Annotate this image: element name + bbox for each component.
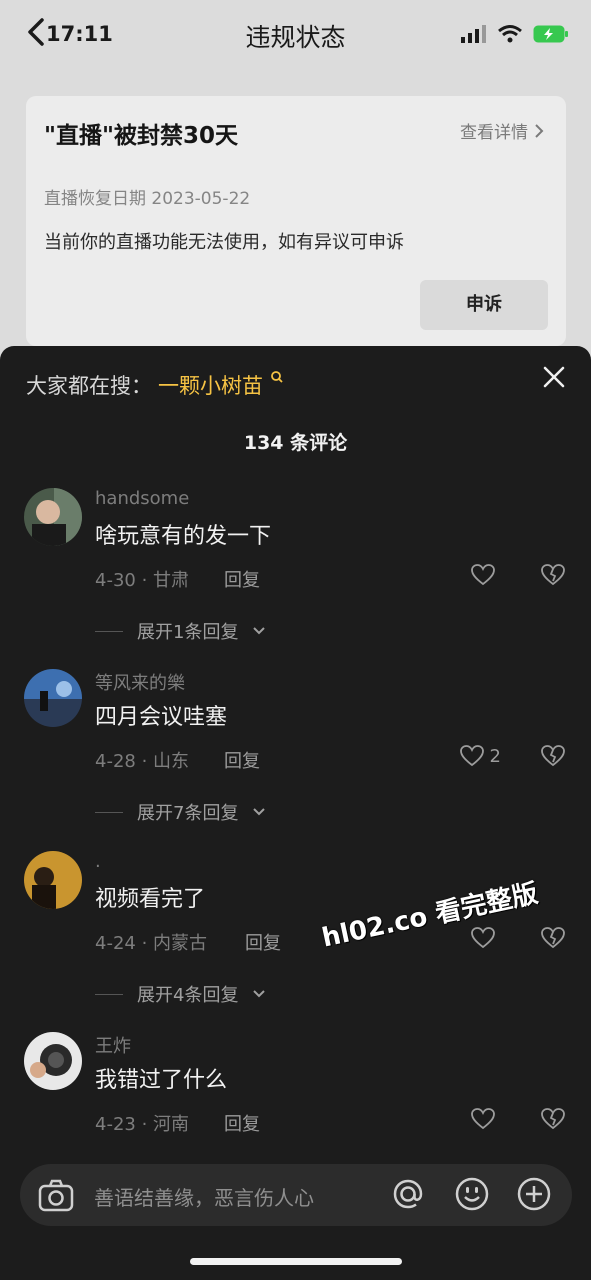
broken-heart-icon[interactable]: [541, 1108, 565, 1130]
close-icon[interactable]: [543, 366, 565, 388]
comment-input-bar: 善语结善缘，恶言伤人心: [20, 1164, 572, 1226]
heart-icon: [471, 564, 495, 586]
search-icon: [270, 371, 283, 383]
wifi-icon: [498, 25, 522, 43]
comment-item: handsome 啥玩意有的发一下 4-30 · 甘肃 回复 展开1条回复: [0, 488, 591, 643]
like-count: 2: [489, 745, 501, 767]
chevron-down-icon: [253, 808, 266, 816]
heart-icon: [471, 1108, 495, 1130]
appeal-button[interactable]: 申诉: [420, 280, 548, 330]
comment-username[interactable]: handsome: [95, 488, 189, 509]
trending-keyword[interactable]: 一颗小树苗: [158, 374, 263, 398]
chevron-down-icon: [253, 990, 266, 998]
comment-item: 等风来的樂 四月会议哇塞 4-28 · 山东 回复 2 展开7条回复: [0, 669, 591, 824]
home-indicator[interactable]: [190, 1258, 402, 1265]
status-bar: 17:11 违规状态: [0, 0, 591, 70]
avatar[interactable]: [24, 851, 82, 909]
comment-meta: 4-24 · 内蒙古: [95, 933, 208, 954]
comment-username[interactable]: 王炸: [95, 1032, 131, 1058]
comment-text: 啥玩意有的发一下: [95, 524, 272, 549]
expand-replies-button[interactable]: 展开7条回复: [95, 799, 266, 825]
comment-text: 视频看完了: [95, 887, 206, 912]
heart-icon: [459, 745, 484, 767]
expand-replies-label: 展开7条回复: [137, 803, 239, 824]
comment-item: . 视频看完了 4-24 · 内蒙古 回复 展开4条回复: [0, 851, 591, 1006]
battery-icon: [533, 25, 568, 43]
comments-sheet: 大家都在搜： 一颗小树苗 134 条评论 handsome 啥玩意有的发一下 4-…: [0, 346, 591, 1280]
plus-icon[interactable]: [516, 1176, 552, 1212]
expand-replies-label: 展开4条回复: [137, 985, 239, 1006]
trending-label: 大家都在搜：: [26, 374, 152, 398]
heart-icon: [471, 927, 495, 949]
avatar[interactable]: [24, 1032, 82, 1090]
like-button[interactable]: [471, 564, 501, 586]
chevron-down-icon: [253, 627, 266, 635]
divider-line: [95, 811, 123, 813]
broken-heart-icon[interactable]: [541, 564, 565, 586]
divider-line: [95, 630, 123, 632]
comment-meta: 4-23 · 河南: [95, 1114, 190, 1135]
view-detail-label: 查看详情: [460, 123, 528, 143]
comment-count: 134 条评论: [243, 432, 348, 454]
mention-icon[interactable]: [390, 1176, 426, 1212]
like-button[interactable]: [471, 927, 501, 949]
comment-text: 我错过了什么: [95, 1068, 228, 1093]
avatar[interactable]: [24, 669, 82, 727]
reply-button[interactable]: 回复: [224, 1110, 260, 1136]
comment-input[interactable]: 善语结善缘，恶言伤人心: [94, 1182, 314, 1211]
camera-icon[interactable]: [38, 1178, 74, 1212]
comment-username[interactable]: .: [95, 851, 101, 872]
comment-username[interactable]: 等风来的樂: [95, 669, 185, 695]
trending-search[interactable]: 大家都在搜： 一颗小树苗: [26, 370, 284, 400]
ban-description: 当前你的直播功能无法使用，如有异议可申诉: [44, 232, 404, 253]
ban-status-card: "直播"被封禁30天 查看详情 直播恢复日期 2023-05-22 当前你的直播…: [26, 96, 566, 346]
like-button[interactable]: [471, 1108, 501, 1130]
view-detail-link[interactable]: 查看详情: [460, 118, 544, 143]
chevron-right-icon: [535, 123, 544, 138]
comment-item: 王炸 我错过了什么 4-23 · 河南 回复: [0, 1032, 591, 1182]
broken-heart-icon[interactable]: [541, 927, 565, 949]
reply-button[interactable]: 回复: [224, 566, 260, 592]
comment-text: 四月会议哇塞: [95, 705, 228, 730]
avatar[interactable]: [24, 488, 82, 546]
broken-heart-icon[interactable]: [541, 745, 565, 767]
system-icons: [461, 24, 569, 44]
signal-icon: [461, 25, 486, 43]
reply-button[interactable]: 回复: [245, 929, 281, 955]
comment-meta: 4-28 · 山东: [95, 751, 190, 772]
divider-line: [95, 993, 123, 995]
emoji-icon[interactable]: [454, 1176, 490, 1212]
like-button[interactable]: 2: [459, 745, 501, 767]
expand-replies-label: 展开1条回复: [137, 622, 239, 643]
comment-meta: 4-30 · 甘肃: [95, 570, 190, 591]
ban-title: "直播"被封禁30天: [44, 123, 238, 149]
restore-date: 直播恢复日期 2023-05-22: [44, 189, 251, 209]
expand-replies-button[interactable]: 展开4条回复: [95, 981, 266, 1007]
reply-button[interactable]: 回复: [224, 747, 260, 773]
background-page: 17:11 违规状态 "直播"被封禁30天 查看详情 直播恢复日期 2023-0…: [0, 0, 591, 380]
expand-replies-button[interactable]: 展开1条回复: [95, 618, 266, 644]
